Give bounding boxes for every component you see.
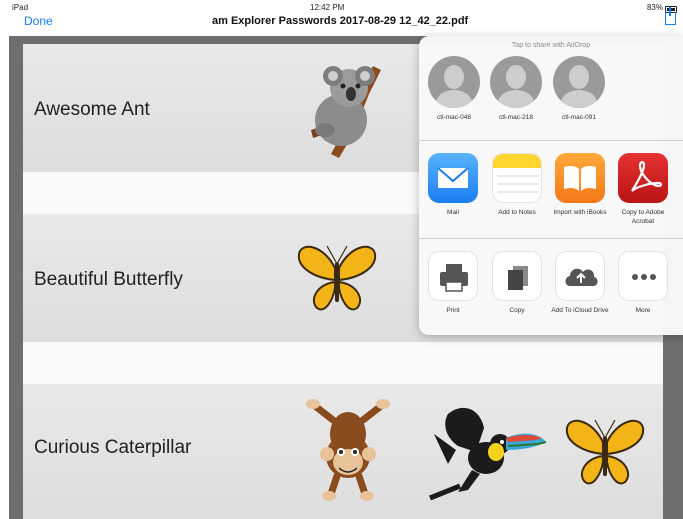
device-label: iPad xyxy=(12,3,29,12)
airdrop-person[interactable]: ctl-mac-091 xyxy=(548,56,610,121)
section-divider xyxy=(419,140,683,141)
share-app-ibooks[interactable]: Import with iBooks xyxy=(548,153,612,218)
row-label: Beautiful Butterfly xyxy=(34,269,183,290)
airdrop-hint: Tap to share with AirDrop xyxy=(511,42,591,49)
battery-percent: 83% xyxy=(646,3,663,12)
icloud-drive-icon xyxy=(555,251,605,301)
printer-icon xyxy=(428,251,478,301)
share-app-notes[interactable]: Add to Notes xyxy=(485,153,549,218)
share-app-mail[interactable]: Mail xyxy=(421,153,485,218)
copy-icon xyxy=(492,251,542,301)
person-name: ctl-mac-048 xyxy=(437,114,471,121)
done-button[interactable]: Done xyxy=(24,14,53,28)
share-app-acrobat[interactable]: Copy to Adobe Acrobat xyxy=(611,153,675,226)
share-icon[interactable] xyxy=(665,7,676,25)
app-label: Import with iBooks xyxy=(553,209,607,216)
more-icon xyxy=(618,251,668,301)
status-time: 12:42 PM xyxy=(310,3,345,12)
share-sheet: Tap to share with AirDrop ctl-mac-048 ct… xyxy=(419,36,683,335)
koala-image xyxy=(311,66,381,158)
airdrop-person[interactable]: ctl-mac-048 xyxy=(423,56,485,121)
action-label: Copy xyxy=(509,307,525,314)
action-label: More xyxy=(635,307,651,314)
person-name: ctl-mac-091 xyxy=(562,114,596,121)
share-action-print[interactable]: Print xyxy=(421,251,485,316)
butterfly-image xyxy=(297,245,377,311)
butterfly-image xyxy=(565,419,645,485)
app-label: Add to Notes xyxy=(498,209,536,216)
ibooks-icon xyxy=(555,153,605,203)
share-action-icloud-drive[interactable]: Add To iCloud Drive xyxy=(548,251,612,316)
toucan-image xyxy=(429,407,547,501)
notes-icon xyxy=(492,153,542,203)
monkey-image xyxy=(306,399,390,501)
action-label: Add To iCloud Drive xyxy=(551,307,609,314)
row-label: Curious Caterpillar xyxy=(34,437,192,458)
share-action-copy[interactable]: Copy xyxy=(485,251,549,316)
app-label: Mail xyxy=(447,209,459,216)
person-avatar-icon xyxy=(490,56,542,108)
section-divider xyxy=(419,238,683,239)
document-title: am Explorer Passwords 2017-08-29 12_42_2… xyxy=(212,15,469,27)
acrobat-icon xyxy=(618,153,668,203)
mail-icon xyxy=(428,153,478,203)
row-label: Awesome Ant xyxy=(34,99,150,120)
airdrop-person[interactable]: ctl-mac-218 xyxy=(485,56,547,121)
person-avatar-icon xyxy=(553,56,605,108)
person-avatar-icon xyxy=(428,56,480,108)
app-label: Copy to Adobe Acrobat xyxy=(621,209,665,225)
person-name: ctl-mac-218 xyxy=(499,114,533,121)
action-label: Print xyxy=(446,307,460,314)
ipad-screen: iPad 12:42 PM 83% Done am Explorer Passw… xyxy=(0,0,683,519)
document-row: Curious Caterpillar xyxy=(23,384,663,519)
share-action-more[interactable]: More xyxy=(611,251,675,316)
